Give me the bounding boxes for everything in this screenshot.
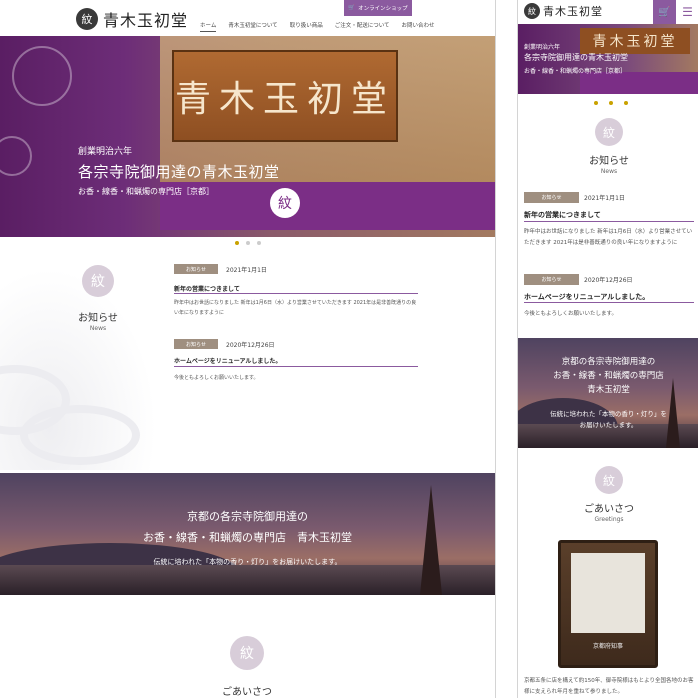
swirl-decoration xyxy=(20,405,140,465)
crest-icon: 紋 xyxy=(595,466,623,494)
online-shop-label: オンラインショップ xyxy=(358,6,408,12)
desktop-view: 紋 青木玉初堂 ホーム 青木玉初堂について 取り扱い商品 ご注文・配送について … xyxy=(0,0,496,698)
slider-dot[interactable] xyxy=(609,101,613,105)
hamburger-icon: ☰ xyxy=(682,5,693,19)
news-tag: お知らせ xyxy=(524,274,579,285)
hero-subline: お香・線香・和蝋燭の専門店［京都］ xyxy=(524,68,627,75)
news-item-title[interactable]: 新年の営業につきまして xyxy=(174,284,240,293)
crest-icon: 紋 xyxy=(595,118,623,146)
news-divider xyxy=(174,293,418,294)
news-tag: お知らせ xyxy=(174,264,218,274)
logo-text: 青木玉初堂 xyxy=(103,11,189,30)
hero-signboard: 青木玉初堂 xyxy=(580,28,690,54)
menu-button[interactable]: ☰ xyxy=(676,0,698,24)
greeting-title: ごあいさつ xyxy=(584,504,634,515)
hero-slider[interactable]: 青木玉初堂 創業明治六年 各宗寺院御用達の青木玉初堂 お香・線香・和蝋燭の専門店… xyxy=(518,24,698,94)
news-tag: お知らせ xyxy=(174,339,218,349)
greeting-title: ごあいさつ xyxy=(222,687,272,698)
slider-dot[interactable] xyxy=(257,241,261,245)
greeting-plaque-photo: 京都府知事 xyxy=(558,540,658,668)
plaque-inner xyxy=(571,553,645,633)
slider-dots xyxy=(235,241,261,245)
brand-banner: 京都の各宗寺院御用達の お香・線香・和蝋燭の専門店 青木玉初堂 伝統に培われた「… xyxy=(518,338,698,448)
banner-tagline: 伝統に培われた「本物の香り・灯り」をお届けいたします。 xyxy=(153,558,342,566)
banner-line-2: お香・線香・和蝋燭の専門店 青木玉初堂 xyxy=(143,531,352,544)
logo-text: 青木玉初堂 xyxy=(543,5,603,18)
nav-about[interactable]: 青木玉初堂について xyxy=(228,21,277,32)
hero-slider[interactable]: 青木玉初堂 紋 創業明治六年 各宗寺院御用達の青木玉初堂 お香・線香・和蝋燭の専… xyxy=(0,36,495,237)
plaque-label: 京都府知事 xyxy=(592,643,623,650)
slider-dot[interactable] xyxy=(246,241,250,245)
slider-dots xyxy=(594,101,628,105)
crest-icon: 紋 xyxy=(230,636,264,670)
news-item-title[interactable]: ホームページをリニューアルしました。 xyxy=(174,356,281,365)
news-date: 2021年1月1日 xyxy=(226,267,267,274)
hero-headline: 各宗寺院御用達の青木玉初堂 xyxy=(524,53,628,62)
hero-noren-curtain xyxy=(580,72,698,94)
news-date: 2021年1月1日 xyxy=(584,195,625,202)
hero-signboard: 青木玉初堂 xyxy=(172,50,398,142)
news-divider xyxy=(524,302,694,303)
cart-button[interactable]: 🛒 xyxy=(653,0,676,24)
main-nav: ホーム 青木玉初堂について 取り扱い商品 ご注文・配送について お問い合わせ xyxy=(200,21,435,32)
news-tag: お知らせ xyxy=(524,192,579,203)
news-date: 2020年12月26日 xyxy=(226,342,275,349)
crest-icon: 紋 xyxy=(82,265,114,297)
news-heading-area: 紋 お知らせ News xyxy=(0,255,165,470)
cart-icon: 🛒 xyxy=(658,6,671,18)
nav-order-shipping[interactable]: ご注文・配送について xyxy=(335,21,390,32)
hero-headline: 各宗寺院御用達の青木玉初堂 xyxy=(78,163,280,181)
crest-watermark-icon xyxy=(0,136,32,176)
banner-line-1: 京都の各宗寺院御用達の xyxy=(561,357,656,367)
nav-home[interactable]: ホーム xyxy=(200,21,217,32)
news-divider xyxy=(174,366,418,367)
news-item-body: 今後ともよろしくお願いいたします。 xyxy=(524,311,617,317)
online-shop-button[interactable]: 🛒 オンラインショップ xyxy=(344,0,412,16)
news-date: 2020年12月26日 xyxy=(584,277,633,284)
banner-tagline-1: 伝統に培われた「本物の香り・灯り」を xyxy=(550,410,667,418)
brand-banner: 京都の各宗寺院御用達の お香・線香・和蝋燭の専門店 青木玉初堂 伝統に培われた「… xyxy=(0,473,495,595)
noren-crest-icon: 紋 xyxy=(270,188,300,218)
cart-icon: 🛒 xyxy=(348,5,356,11)
crest-watermark-icon xyxy=(12,46,72,106)
news-item-title[interactable]: ホームページをリニューアルしました。 xyxy=(524,292,649,302)
site-logo[interactable]: 紋 青木玉初堂 xyxy=(76,7,188,31)
crest-icon: 紋 xyxy=(524,3,540,19)
slider-dot[interactable] xyxy=(235,241,239,245)
news-item-body: 昨年中はお世話になりました 新年は1月6日（水）より営業させていただきます 20… xyxy=(524,229,693,246)
greeting-body: 京都五条に店を構えて約150年、御寺院様はもとより全国各地のお客様に支えられ年月… xyxy=(524,678,694,695)
news-item-body: 昨年中はお世話になりました 新年は1月6日（水）より営業させていただきます 20… xyxy=(174,300,417,316)
desktop-header: 紋 青木玉初堂 ホーム 青木玉初堂について 取り扱い商品 ご注文・配送について … xyxy=(0,0,495,36)
hero-subline: お香・線香・和蝋燭の専門店［京都］ xyxy=(78,187,214,196)
news-subtitle: News xyxy=(600,168,618,175)
nav-products[interactable]: 取り扱い商品 xyxy=(290,21,323,32)
mobile-header: 紋 青木玉初堂 🛒 ☰ xyxy=(518,0,698,24)
news-title: お知らせ xyxy=(78,313,118,324)
slider-dot[interactable] xyxy=(624,101,628,105)
crest-icon: 紋 xyxy=(76,8,98,30)
news-item-title[interactable]: 新年の営業につきまして xyxy=(524,210,601,220)
news-title: お知らせ xyxy=(589,156,629,167)
nav-contact[interactable]: お問い合わせ xyxy=(402,21,435,32)
banner-line-2: お香・線香・和蝋燭の専門店 xyxy=(553,371,664,381)
site-logo[interactable]: 紋 青木玉初堂 xyxy=(524,3,603,19)
news-item-body: 今後ともよろしくお願いいたします。 xyxy=(174,375,259,381)
banner-tagline-2: お届けいたします。 xyxy=(579,421,638,429)
banner-line-1: 京都の各宗寺院御用達の xyxy=(187,510,308,523)
news-subtitle: News xyxy=(89,325,107,332)
greeting-subtitle: Greetings xyxy=(594,516,624,523)
slider-dot[interactable] xyxy=(594,101,598,105)
news-divider xyxy=(524,221,694,222)
hero-founded: 創業明治六年 xyxy=(524,44,561,51)
banner-line-3: 青木玉初堂 xyxy=(587,385,630,395)
mobile-view: 紋 青木玉初堂 🛒 ☰ 青木玉初堂 創業明治六年 各宗寺院御用達の青木玉初堂 お… xyxy=(517,0,698,698)
hero-founded: 創業明治六年 xyxy=(78,147,133,157)
